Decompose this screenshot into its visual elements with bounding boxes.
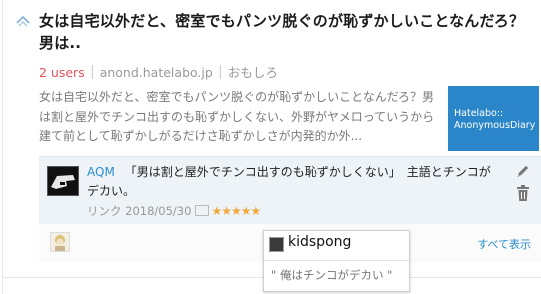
meta-divider <box>91 65 93 79</box>
tooltip-username[interactable]: kidspong <box>288 234 351 250</box>
bookmark-comment: AQM 「男は割と屋外でチンコ出すのも恥ずかしくない」 主語とチンコがデカい。 リ… <box>39 156 541 226</box>
bookmark-favicon-icon <box>16 16 30 27</box>
entry-category[interactable]: おもしろ <box>228 65 278 80</box>
thumbnail-text-1: Hatelabo:: <box>454 108 504 119</box>
tooltip-divider <box>264 260 409 261</box>
left-border <box>2 0 3 294</box>
comment-date[interactable]: リンク 2018/05/30 <box>87 204 191 218</box>
commenter-avatar[interactable] <box>47 166 79 196</box>
entry-title[interactable]: 女は自宅以外だと、密室でもパンツ脱ぐのが恥ずかしいことなんだろ？ 男は.. <box>39 10 534 54</box>
entry-thumbnail[interactable]: Hatelabo:: AnonymousDiary <box>448 86 539 151</box>
show-all-link[interactable]: すべて表示 <box>477 236 531 252</box>
tooltip-avatar <box>269 237 284 252</box>
entry-meta: 2 users anond.hatelabo.jp おもしろ <box>39 62 278 81</box>
comment-text: 「男は割と屋外でチンコ出すのも恥ずかしくない」 主語とチンコがデカい。 <box>87 165 491 198</box>
comment-body: AQM 「男は割と屋外でチンコ出すのも恥ずかしくない」 主語とチンコがデカい。 <box>87 163 497 201</box>
tag-icon[interactable] <box>195 205 210 216</box>
entry-summary: 女は自宅以外だと、密室でもパンツ脱ぐのが恥ずかしいことなんだろ？男は割と屋外でチ… <box>39 90 435 143</box>
meta-divider <box>219 65 221 79</box>
user-tooltip: kidspong " 俺はチンコがデカい " <box>263 230 410 292</box>
avatar-image <box>55 235 65 251</box>
thumbnail-text-2: AnonymousDiary <box>454 120 536 131</box>
star-rating[interactable]: ★★★★★ <box>211 204 261 218</box>
tooltip-comment: " 俺はチンコがデカい " <box>271 268 393 282</box>
trash-icon[interactable] <box>516 185 530 202</box>
avatar-image <box>48 167 78 195</box>
other-user-avatar[interactable] <box>50 232 70 252</box>
users-count[interactable]: 2 users <box>39 65 85 80</box>
comment-username[interactable]: AQM <box>87 165 115 179</box>
comment-meta: リンク 2018/05/30 ★★★★★ <box>87 203 261 219</box>
edit-pencil-icon[interactable] <box>515 163 531 179</box>
entry-domain[interactable]: anond.hatelabo.jp <box>100 65 213 80</box>
